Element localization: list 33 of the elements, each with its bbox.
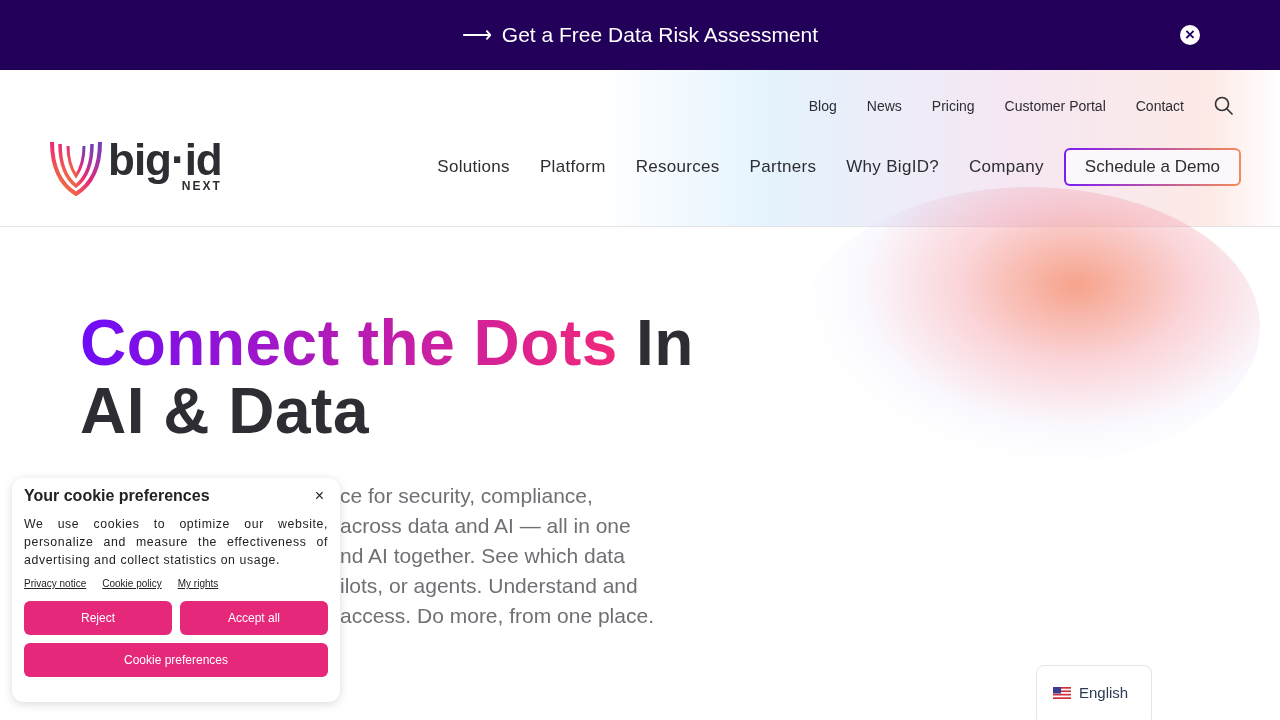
main-nav-link[interactable]: Why BigID? (846, 157, 939, 177)
hero-text-line: nd AI together. See which data (340, 543, 626, 569)
flag-icon (1053, 687, 1071, 699)
cookie-text: We use cookies to optimize our website, personalize and measure the effectiveness of advertising and collect statistics on usage. (24, 516, 328, 569)
top-nav-link[interactable]: Contact (1135, 98, 1184, 114)
policy-link[interactable]: Cookie policy (102, 578, 162, 589)
main-nav-link[interactable]: Solutions (437, 157, 510, 177)
policy-link[interactable]: Privacy notice (24, 578, 87, 589)
top-nav-link[interactable]: Pricing (931, 98, 975, 114)
close-button[interactable]: × (1180, 25, 1200, 45)
promo-link[interactable]: ⟶ Get a Free Data Risk Assessment (461, 23, 819, 47)
hero-text-line: access. Do more, from one place. (340, 603, 655, 629)
main-nav-link[interactable]: Company (969, 157, 1044, 177)
language-label: English (1079, 684, 1129, 701)
main-nav-link[interactable]: Resources (635, 157, 720, 177)
main-nav-link[interactable]: Platform (539, 157, 606, 177)
policy-link[interactable]: My rights (177, 578, 219, 589)
search-icon[interactable] (1214, 96, 1234, 116)
logo-wordmark[interactable]: big·id (108, 138, 222, 182)
cookie-preferences-button[interactable]: Cookie preferences (24, 643, 328, 677)
cookie-button[interactable]: Reject (24, 601, 172, 635)
hero-title: Connect the Dots In AI & Data (80, 309, 695, 445)
top-nav-link[interactable]: Blog (808, 98, 837, 114)
close-button[interactable]: × (310, 487, 328, 505)
language-selector[interactable]: English (1036, 665, 1152, 720)
main-nav-link[interactable]: Partners (749, 157, 817, 177)
cookie-button[interactable]: Accept all (180, 601, 328, 635)
cookie-title: Your cookie preferences (24, 487, 210, 505)
hero-text-line: ilots, or agents. Understand and (340, 573, 639, 599)
hero-text-line: across data and AI — all in one (340, 513, 632, 539)
hero-text-line: ce for security, compliance, (340, 483, 594, 509)
top-nav-link[interactable]: Customer Portal (1004, 98, 1106, 114)
top-nav-link[interactable]: News (866, 98, 902, 114)
